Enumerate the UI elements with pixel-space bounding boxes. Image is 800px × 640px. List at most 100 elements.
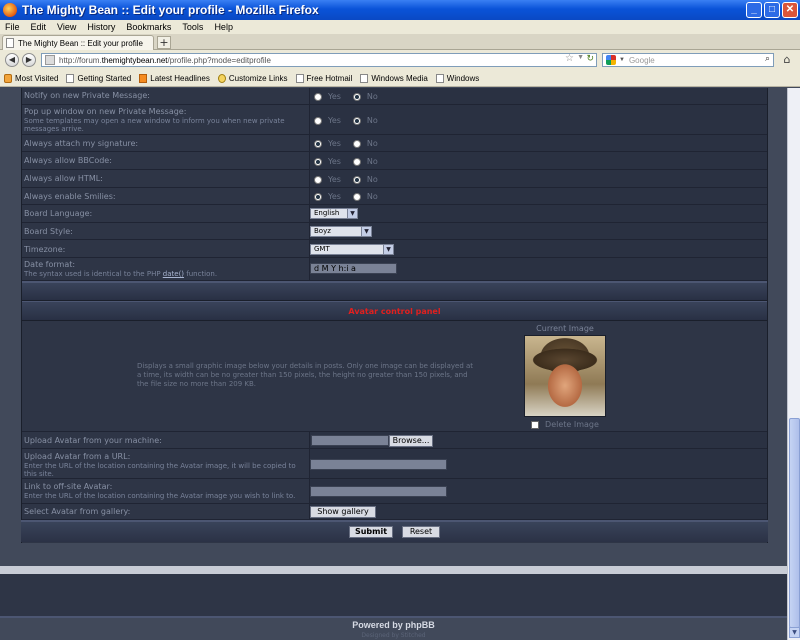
date-sub-prefix: The syntax used is identical to the PHP	[24, 270, 163, 278]
delete-image-checkbox[interactable]	[531, 420, 540, 429]
bookmark-star-icon[interactable]: ☆	[565, 53, 574, 64]
menu-help[interactable]: Help	[214, 22, 233, 32]
bookmark-label: Getting Started	[77, 73, 132, 83]
pref-control: Yes No	[309, 135, 767, 151]
designed-by: Designed by Stitched	[361, 632, 426, 639]
pref-control: Yes No	[309, 152, 767, 169]
radio-yes[interactable]	[314, 116, 322, 125]
bookmark-latest-headlines[interactable]: Latest Headlines	[139, 73, 210, 83]
page-separator	[0, 566, 787, 574]
radio-no[interactable]	[352, 92, 361, 101]
menu-tools[interactable]: Tools	[182, 22, 203, 32]
row-gallery: Select Avatar from gallery: Show gallery	[22, 504, 767, 520]
menu-bar: File Edit View History Bookmarks Tools H…	[0, 20, 800, 34]
radio-no[interactable]	[352, 157, 361, 166]
magnifier-icon[interactable]: ⌕	[765, 53, 770, 64]
forward-button[interactable]: ▶	[22, 53, 36, 67]
reset-button[interactable]: Reset	[402, 526, 440, 538]
gallery-label: Select Avatar from gallery:	[24, 507, 131, 516]
upload-url-input[interactable]	[310, 459, 447, 470]
close-button[interactable]: ✕	[782, 2, 798, 18]
radio-group: Yes No	[314, 92, 390, 101]
bookmark-most-visited[interactable]: Most Visited	[4, 73, 58, 83]
radio-no[interactable]	[352, 192, 361, 201]
bookmark-getting-started[interactable]: Getting Started	[66, 73, 132, 83]
home-button[interactable]: ⌂	[779, 53, 795, 67]
menu-view[interactable]: View	[57, 22, 76, 32]
row-upload-url: Upload Avatar from a URL: Enter the URL …	[22, 449, 767, 479]
pref-label: Notify on new Private Message:	[24, 91, 150, 100]
menu-edit[interactable]: Edit	[31, 22, 47, 32]
page-icon	[435, 73, 444, 83]
bookmark-windows[interactable]: Windows	[435, 73, 479, 83]
radio-group: Yes No	[314, 192, 390, 201]
reload-icon[interactable]: ↻	[586, 53, 594, 64]
date-sub-suffix: function.	[184, 270, 218, 278]
upload-machine-control: Browse...	[309, 432, 767, 448]
radio-yes[interactable]	[314, 175, 322, 184]
url-dropdown-icon[interactable]: ▼	[577, 54, 584, 61]
page-icon	[6, 38, 14, 48]
pref-sublabel: The syntax used is identical to the PHP …	[24, 270, 306, 278]
window-controls: _ □ ✕	[746, 2, 798, 18]
new-tab-button[interactable]: +	[157, 36, 171, 49]
radio-group: Yes No	[314, 175, 390, 184]
bookmark-free-hotmail[interactable]: Free Hotmail	[295, 73, 352, 83]
menu-file[interactable]: File	[5, 22, 20, 32]
timezone-select-value: GMT	[314, 245, 330, 253]
back-button[interactable]: ◀	[5, 53, 19, 67]
radio-yes[interactable]	[314, 92, 322, 101]
date-format-input[interactable]: d M Y h:i a	[310, 263, 397, 274]
browse-button[interactable]: Browse...	[389, 435, 433, 447]
search-engine-dropdown-icon[interactable]: ▼	[619, 57, 625, 63]
menu-history[interactable]: History	[87, 22, 115, 32]
pref-row-notify-pm: Notify on new Private Message: Yes No	[22, 88, 767, 105]
star-icon	[217, 73, 226, 83]
pref-row-date-format: Date format: The syntax used is identica…	[22, 258, 767, 281]
radio-no[interactable]	[352, 116, 361, 125]
offsite-label: Link to off-site Avatar: Enter the URL o…	[24, 482, 309, 500]
pref-label: Date format: The syntax used is identica…	[24, 260, 306, 278]
pref-control: Yes No	[309, 170, 767, 187]
upload-url-control	[309, 449, 767, 478]
language-select[interactable]: English ▼	[310, 208, 358, 219]
bookmark-customize-links[interactable]: Customize Links	[217, 73, 288, 83]
firefox-icon	[3, 3, 17, 17]
radio-yes-label: Yes	[328, 192, 341, 201]
radio-yes[interactable]	[314, 192, 322, 201]
scroll-down-arrow[interactable]: ▼	[789, 627, 800, 638]
chevron-down-icon: ▼	[347, 209, 357, 218]
bookmark-label: Customize Links	[228, 73, 288, 83]
radio-no[interactable]	[352, 139, 361, 148]
tab-edit-profile[interactable]: The Mighty Bean :: Edit your profile	[2, 35, 154, 50]
timezone-select[interactable]: GMT ▼	[310, 244, 394, 255]
scrollbar-thumb[interactable]	[789, 418, 800, 628]
upload-url-label-text: Upload Avatar from a URL:	[24, 452, 131, 461]
language-select-value: English	[314, 209, 340, 217]
menu-bookmarks[interactable]: Bookmarks	[126, 22, 171, 32]
google-icon[interactable]	[606, 55, 616, 65]
bookmark-label: Windows Media	[371, 73, 428, 83]
offsite-url-input[interactable]	[310, 486, 447, 497]
vertical-scrollbar[interactable]: ▼	[787, 88, 800, 640]
show-gallery-button[interactable]: Show gallery	[310, 506, 376, 518]
style-select[interactable]: Boyz ▼	[310, 226, 372, 237]
avatar-image	[524, 335, 606, 417]
window-title: The Mighty Bean :: Edit your profile - M…	[22, 3, 319, 17]
maximize-button[interactable]: □	[764, 2, 780, 18]
chevron-down-icon: ▼	[383, 245, 393, 254]
radio-yes[interactable]	[314, 139, 322, 148]
pref-label: Always allow BBCode:	[24, 156, 112, 165]
radio-no[interactable]	[352, 175, 361, 184]
upload-file-input[interactable]	[311, 435, 389, 446]
search-bar[interactable]: ▼ Google ⌕	[602, 53, 774, 67]
bookmark-windows-media[interactable]: Windows Media	[360, 73, 428, 83]
powered-by[interactable]: Powered by phpBB	[0, 620, 787, 630]
navigation-bar: ◀ ▶ http://forum. themightybean.net/profi…	[0, 50, 800, 70]
minimize-button[interactable]: _	[746, 2, 762, 18]
url-bar[interactable]: http://forum. themightybean.net/profile.p…	[41, 53, 597, 67]
submit-button[interactable]: Submit	[349, 526, 393, 538]
radio-yes[interactable]	[314, 157, 322, 166]
radio-no-label: No	[366, 157, 378, 166]
php-date-link[interactable]: date()	[163, 270, 184, 278]
